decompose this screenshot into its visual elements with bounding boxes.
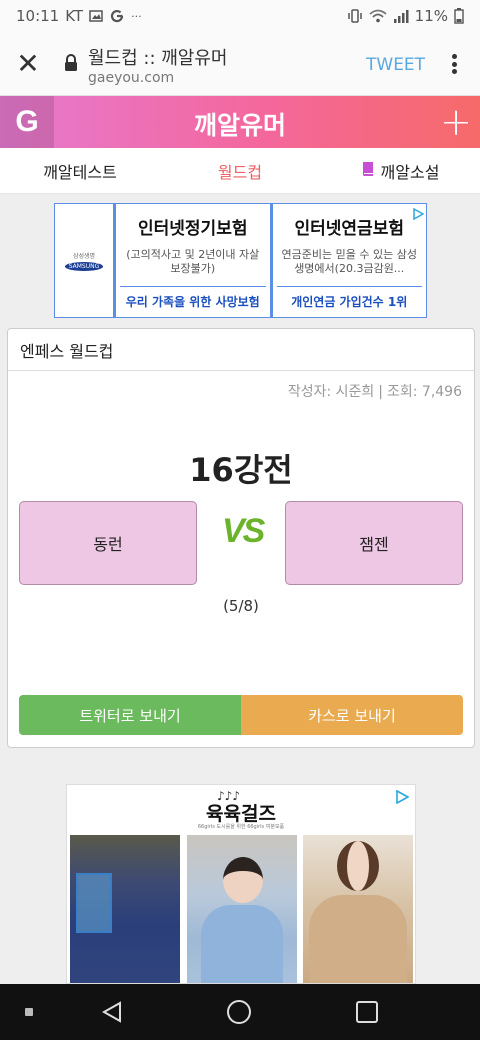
browser-toolbar: ✕ 월드컵 :: 깨알유머 gaeyou.com TWEET [0,32,480,96]
share-buttons: 트위터로 보내기 카스로 보내기 [19,695,463,735]
worldcup-card: 엔페스 월드컵 작성자: 시준희 | 조회: 7,496 16강전 동런 VS 잼젠… [7,328,475,748]
ad-item-link[interactable]: 개인연금 가입건수 1위 [276,286,422,316]
lock-icon [64,54,78,76]
adchoices-icon[interactable] [395,789,410,805]
candidate-right-button[interactable]: 잼젠 [285,501,463,585]
vs-label: VS [222,512,265,550]
tab-label: 깨알소설 [380,162,440,182]
more-notifications-icon: ··· [131,9,142,23]
url-text[interactable]: gaeyou.com [88,70,174,86]
plus-icon[interactable]: + [438,102,474,142]
site-title[interactable]: 깨알유머 [0,106,480,142]
hoodie-shape [201,905,283,983]
battery-percent: 11% [414,7,448,25]
back-icon[interactable] [100,1000,124,1028]
insurance-ad-banner[interactable]: 삼성생명 SAMSUNG 인터넷정기보험 (고의적사고 및 2년이내 자살보장불… [54,203,427,318]
tab-gaeal-novel[interactable]: 깨알소설 [320,148,480,193]
nav-tabs: 깨알테스트 월드컵 깨알소설 [0,148,480,194]
google-icon [109,8,125,24]
image-icon [89,9,103,23]
ad-item-desc: 연금준비는 믿을 수 있는 삼성생명에서(20.3금감원... [281,248,417,275]
ad-item-title: 인터넷정기보험 [138,219,248,239]
match-progress: (5/8) [223,597,259,615]
product-image[interactable] [303,835,413,983]
ad-item-title: 인터넷연금보험 [294,219,404,239]
tab-worldcup[interactable]: 월드컵 [160,148,320,193]
ad-brand-name: 육육걸즈 [206,803,276,825]
model-head [223,857,263,903]
book-icon [361,161,375,181]
tweet-button[interactable]: TWEET [366,55,425,75]
system-nav-bar [0,984,480,1040]
tab-label: 깨알테스트 [43,162,117,182]
nav-dot-icon[interactable] [25,1008,33,1016]
samsung-logo: SAMSUNG [64,261,104,271]
ad-brand-text: 삼성생명 [72,252,96,260]
bag-shape [76,873,112,933]
ad-brand: 삼성생명 SAMSUNG [55,204,113,317]
close-icon[interactable]: ✕ [14,50,42,78]
vibrate-icon [347,9,363,23]
candidate-name: 동런 [93,535,123,554]
more-vert-icon[interactable] [444,50,464,78]
status-bar: 10:11 KT ··· 11% [0,0,480,32]
ad-item-link[interactable]: 우리 가족을 위한 사망보험 [120,286,266,316]
signal-icon [393,9,409,23]
round-title: 16강전 [189,451,293,489]
views-label: 조회: 7,496 [386,384,462,400]
tab-label: 월드컵 [217,162,263,182]
share-kakaostory-button[interactable]: 카스로 보내기 [241,695,463,735]
site-header: G 깨알유머 + [0,96,480,148]
ad-item[interactable]: 인터넷정기보험 (고의적사고 및 2년이내 자살보장불가) 우리 가족을 위한 … [113,204,270,317]
product-image[interactable] [70,835,180,983]
page-title: 월드컵 :: 깨알유머 [88,48,228,69]
status-time: 10:11 [16,7,60,25]
ad-tagline: 66girls 도시를을 위한 66girls 여분모품 [197,824,285,830]
worldcup-title: 엔페스 월드컵 [8,329,474,371]
ad-item[interactable]: 인터넷연금보험 연금준비는 믿을 수 있는 삼성생명에서(20.3금감원... … [269,204,427,317]
author-label: 작성자: 시준희 [287,384,375,400]
model-head [337,841,379,891]
adchoices-icon[interactable] [412,205,425,221]
product-image[interactable] [187,835,297,983]
candidate-left-button[interactable]: 동런 [19,501,197,585]
tab-gaeal-test[interactable]: 깨알테스트 [0,148,160,193]
ad-item-desc: (고의적사고 및 2년이내 자살보장불가) [126,248,260,275]
post-meta: 작성자: 시준희 | 조회: 7,496 [288,381,462,401]
meta-separator: | [378,384,383,400]
status-carrier: KT [65,7,84,25]
home-icon[interactable] [227,1000,251,1024]
fashion-ad-banner[interactable]: ♪♪♪ 육육걸즈 66girls 도시를을 위한 66girls 여분모품 [66,784,416,984]
share-twitter-button[interactable]: 트위터로 보내기 [19,695,241,735]
recent-apps-icon[interactable] [356,1001,378,1023]
candidate-name: 잼젠 [359,535,389,554]
battery-icon [454,8,464,24]
wifi-icon [369,9,387,23]
hoodie-shape [309,895,407,983]
